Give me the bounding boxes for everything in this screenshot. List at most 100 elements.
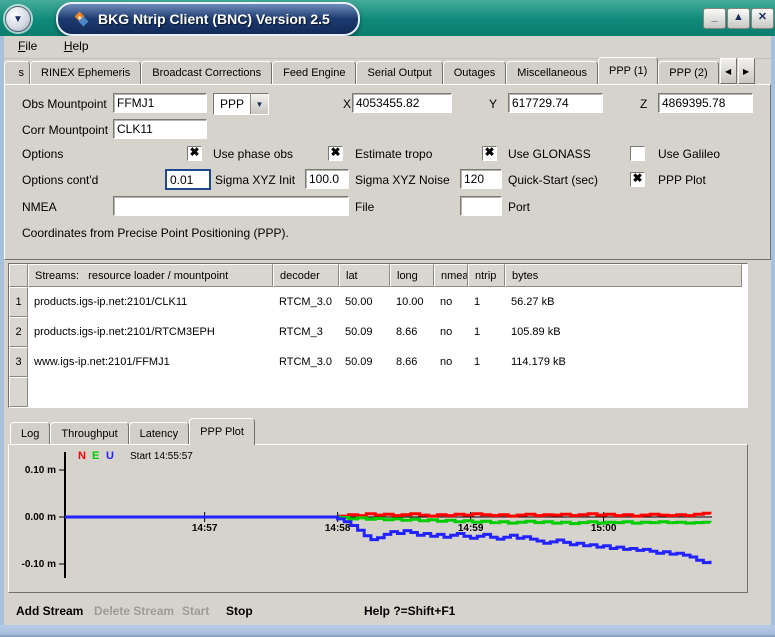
cell-stream: products.igs-ip.net:2101/RTCM3EPH (28, 317, 273, 347)
cell-decoder: RTCM_3.0 (273, 347, 339, 377)
obs-mountpoint-field[interactable] (113, 93, 207, 113)
estimate-tropo-label: Estimate tropo (355, 147, 432, 161)
column-header-streams[interactable]: Streams: resource loader / mountpoint (28, 264, 273, 287)
quick-start-field[interactable] (460, 169, 502, 189)
menu-item-file[interactable]: File (10, 36, 45, 53)
sigma-xyz-noise-label: Sigma XYZ Noise (355, 173, 450, 187)
cell-bytes: 114.179 kB (505, 347, 742, 377)
streams-table: Streams: resource loader / mountpointdec… (8, 263, 748, 408)
nmea-file-field[interactable] (113, 196, 349, 216)
tab-rinex-ephemeris[interactable]: RINEX Ephemeris (30, 61, 141, 84)
table-row[interactable]: 3www.igs-ip.net:2101/FFMJ1RTCM_3.050.098… (9, 347, 747, 377)
stop-button[interactable]: Stop (226, 604, 253, 618)
cell-decoder: RTCM_3 (273, 317, 339, 347)
use-phase-obs-checkbox[interactable]: ✖ (187, 146, 202, 161)
tab-log[interactable]: Log (10, 422, 50, 445)
table-row[interactable]: 1products.igs-ip.net:2101/CLK11RTCM_3.05… (9, 287, 747, 317)
table-row[interactable]: 2products.igs-ip.net:2101/RTCM3EPHRTCM_3… (9, 317, 747, 347)
tab-label: RINEX Ephemeris (41, 67, 130, 79)
cell-ntrip: 1 (468, 347, 505, 377)
corr-mountpoint-field[interactable] (113, 119, 207, 139)
bnc-application-window: ▼ BKG Ntrip Client (BNC) Version 2.5 _ ▲… (0, 0, 775, 637)
tab-scroll-right-button[interactable]: ▶ (738, 58, 755, 84)
chart-start-label: Start 14:55:57 (130, 451, 193, 462)
tab-ppp-plot[interactable]: PPP Plot (189, 418, 255, 445)
chart-x-tick-label: 14:57 (192, 523, 218, 534)
tab-outages[interactable]: Outages (443, 61, 507, 84)
column-header-lat[interactable]: lat (339, 264, 390, 287)
tab-broadcast-corrections[interactable]: Broadcast Corrections (141, 61, 272, 84)
tab-feed-engine[interactable]: Feed Engine (272, 61, 356, 84)
minimize-button[interactable]: _ (703, 8, 726, 29)
cell-ntrip: 1 (468, 287, 505, 317)
tab-label: Outages (454, 67, 496, 79)
tab-throughput[interactable]: Throughput (50, 422, 128, 445)
delete-stream-button[interactable]: Delete Stream (94, 604, 174, 618)
close-button[interactable]: ✕ (751, 8, 774, 29)
cell-nmea: no (434, 287, 468, 317)
ppp-combo[interactable]: PPP ▼ (213, 93, 269, 115)
estimate-tropo-checkbox[interactable]: ✖ (328, 146, 343, 161)
cell-lat: 50.09 (339, 317, 390, 347)
cell-decoder: RTCM_3.0 (273, 287, 339, 317)
titlebar: ▼ BKG Ntrip Client (BNC) Version 2.5 _ ▲… (0, 0, 775, 36)
combo-dropdown-button[interactable]: ▼ (250, 94, 268, 114)
tab-label: Broadcast Corrections (152, 67, 261, 79)
tab-label: Miscellaneous (517, 67, 587, 79)
chevron-down-icon: ▼ (256, 100, 264, 109)
cell-long: 8.66 (390, 317, 434, 347)
tab-ppp-1[interactable]: PPP (1) (598, 57, 658, 84)
column-header-nmea[interactable]: nmea (434, 264, 468, 287)
sigma-xyz-init-field[interactable] (165, 169, 211, 190)
y-label: Y (489, 97, 497, 111)
help-shift-f1-button[interactable]: Help ?=Shift+F1 (364, 604, 455, 618)
x-label: X (343, 97, 351, 111)
window-title: BKG Ntrip Client (BNC) Version 2.5 (98, 11, 330, 27)
tab-latency[interactable]: Latency (129, 422, 190, 445)
column-header-long[interactable]: long (390, 264, 434, 287)
tab-serial-output[interactable]: Serial Output (356, 61, 442, 84)
tab-label: Throughput (61, 428, 117, 440)
nmea-label: NMEA (22, 200, 57, 214)
tab-label: Log (21, 428, 39, 440)
file-label: File (355, 200, 374, 214)
tab-s[interactable]: s (4, 61, 30, 84)
start-button[interactable]: Start (182, 604, 209, 618)
use-glonass-checkbox[interactable]: ✖ (482, 146, 497, 161)
row-number-column-filler (9, 377, 28, 407)
ppp-plot-checkbox[interactable]: ✖ (630, 172, 645, 187)
tab-label: Feed Engine (283, 67, 345, 79)
tab-miscellaneous[interactable]: Miscellaneous (506, 61, 598, 84)
tab-scroll-left-button[interactable]: ◀ (720, 58, 737, 84)
ppp-plot-pane: 0.10 m0.00 m-0.10 m14:5714:5814:5915:00N… (8, 444, 748, 593)
cell-bytes: 56.27 kB (505, 287, 742, 317)
cell-long: 10.00 (390, 287, 434, 317)
nmea-port-field[interactable] (460, 196, 502, 216)
row-number-cell[interactable]: 3 (9, 347, 28, 377)
x-coordinate-field[interactable] (352, 93, 452, 113)
cell-stream: www.igs-ip.net:2101/FFMJ1 (28, 347, 273, 377)
use-galileo-checkbox[interactable] (630, 146, 645, 161)
tab-label: s (19, 67, 25, 79)
sigma-xyz-noise-field[interactable] (305, 169, 349, 189)
add-stream-button[interactable]: Add Stream (16, 604, 83, 618)
menu-item-help[interactable]: Help (56, 36, 97, 53)
port-label: Port (508, 200, 530, 214)
tab-ppp-2[interactable]: PPP (2) (658, 61, 718, 84)
column-header-bytes[interactable]: bytes (505, 264, 742, 287)
column-header-ntrip[interactable]: ntrip (468, 264, 505, 287)
cell-stream: products.igs-ip.net:2101/CLK11 (28, 287, 273, 317)
pane-description: Coordinates from Precise Point Positioni… (22, 226, 289, 240)
z-coordinate-field[interactable] (658, 93, 753, 113)
window-border-right (771, 36, 775, 637)
window-menu-button[interactable]: ▼ (5, 6, 31, 32)
row-number-cell[interactable]: 2 (9, 317, 28, 347)
row-number-cell[interactable]: 1 (9, 287, 28, 317)
quick-start-label: Quick-Start (sec) (508, 173, 598, 187)
y-coordinate-field[interactable] (508, 93, 603, 113)
cell-lat: 50.09 (339, 347, 390, 377)
column-header-decoder[interactable]: decoder (273, 264, 339, 287)
maximize-button[interactable]: ▲ (727, 8, 750, 29)
ppp-plot-label: PPP Plot (658, 173, 706, 187)
chart-x-tick-label: 15:00 (591, 523, 617, 534)
